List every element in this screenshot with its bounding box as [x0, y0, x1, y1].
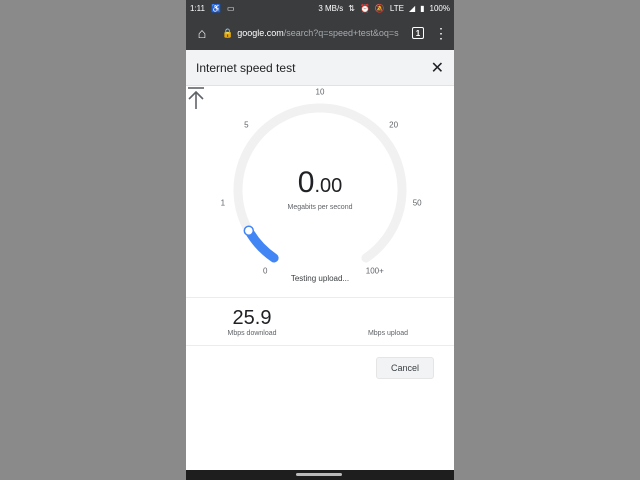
- accessibility-icon: ♿: [210, 3, 221, 13]
- video-icon: ▭: [226, 3, 235, 13]
- status-bar: 1:11 ♿ ▭ 3 MB/s ⇅ ⏰ 🔕 LTE ◢ ▮ 100%: [186, 0, 454, 16]
- speed-reading: 0.00: [186, 166, 454, 200]
- mute-icon: 🔕: [374, 3, 385, 13]
- gauge-tick-label: 5: [244, 120, 249, 130]
- upload-result: Mbps upload: [342, 307, 434, 337]
- gauge-progress: [244, 226, 279, 263]
- download-label: Mbps download: [227, 330, 277, 337]
- browser-toolbar: ⌂ 🔒 google.com/search?q=speed+test&oq=s …: [186, 16, 454, 50]
- download-result: 25.9 Mbps download: [206, 307, 298, 337]
- battery-level: 100%: [429, 3, 450, 13]
- speed-gauge: 0 1 5 10 20 50 100+ 0.00 Megabits per second T…: [186, 86, 454, 296]
- signal-icon: ◢: [408, 3, 416, 13]
- upload-arrow-icon: [188, 87, 204, 109]
- battery-icon: ▮: [420, 3, 425, 13]
- lock-icon: 🔒: [222, 27, 234, 38]
- navigation-bar: [186, 470, 454, 480]
- dialog-header: Internet speed test ✕: [186, 50, 454, 86]
- divider: [186, 345, 454, 346]
- download-value: 25.9: [232, 307, 272, 329]
- data-icon: ⇅: [348, 3, 355, 13]
- upload-label: Mbps upload: [367, 330, 409, 337]
- reading-decimal: .00: [314, 175, 343, 197]
- gauge-tick-label: 10: [315, 87, 325, 97]
- test-status: Testing upload...: [290, 274, 350, 283]
- url-path: /search?q=speed+test&oq=s: [283, 28, 399, 38]
- gauge-tick-label: 20: [389, 120, 399, 130]
- divider: [186, 297, 454, 298]
- gauge-knob: [243, 225, 255, 236]
- close-button[interactable]: ✕: [431, 58, 444, 78]
- network-speed: 3 MB/s: [318, 3, 344, 13]
- speed-unit: Megabits per second: [287, 204, 353, 211]
- tab-switcher-button[interactable]: 1: [412, 27, 424, 39]
- url-host: google.com: [237, 28, 284, 38]
- phone-screen: 1:11 ♿ ▭ 3 MB/s ⇅ ⏰ 🔕 LTE ◢ ▮ 100% ⌂ 🔒 g…: [186, 0, 454, 480]
- address-bar[interactable]: 🔒 google.com/search?q=speed+test&oq=s: [216, 28, 404, 39]
- reading-integer: 0: [297, 166, 315, 199]
- upload-value: [342, 307, 434, 330]
- home-gesture-handle[interactable]: [296, 473, 342, 476]
- dialog-title: Internet speed test: [196, 60, 296, 75]
- home-icon[interactable]: ⌂: [188, 25, 216, 41]
- status-time: 1:11: [190, 3, 205, 13]
- network-type: LTE: [389, 3, 404, 13]
- alarm-icon: ⏰: [359, 3, 370, 13]
- more-menu-icon[interactable]: ⋮: [434, 26, 448, 40]
- cancel-button[interactable]: Cancel: [376, 357, 434, 379]
